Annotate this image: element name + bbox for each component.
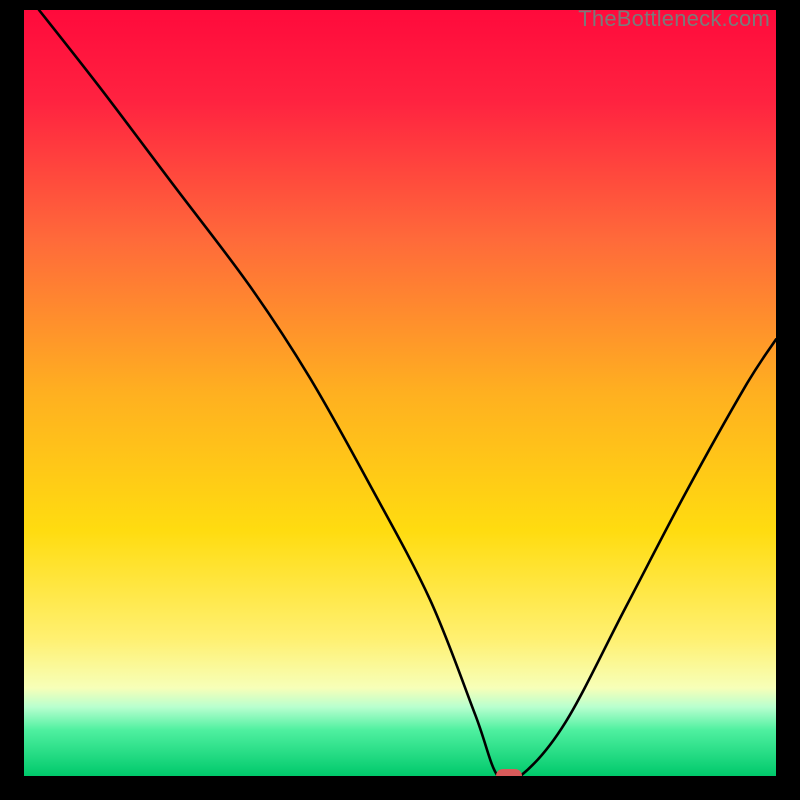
attribution-label: TheBottleneck.com: [578, 6, 770, 32]
plot-area: [24, 10, 776, 776]
optimum-marker: [496, 769, 522, 776]
chart-frame: TheBottleneck.com: [0, 0, 800, 800]
bottleneck-curve: [24, 10, 776, 776]
